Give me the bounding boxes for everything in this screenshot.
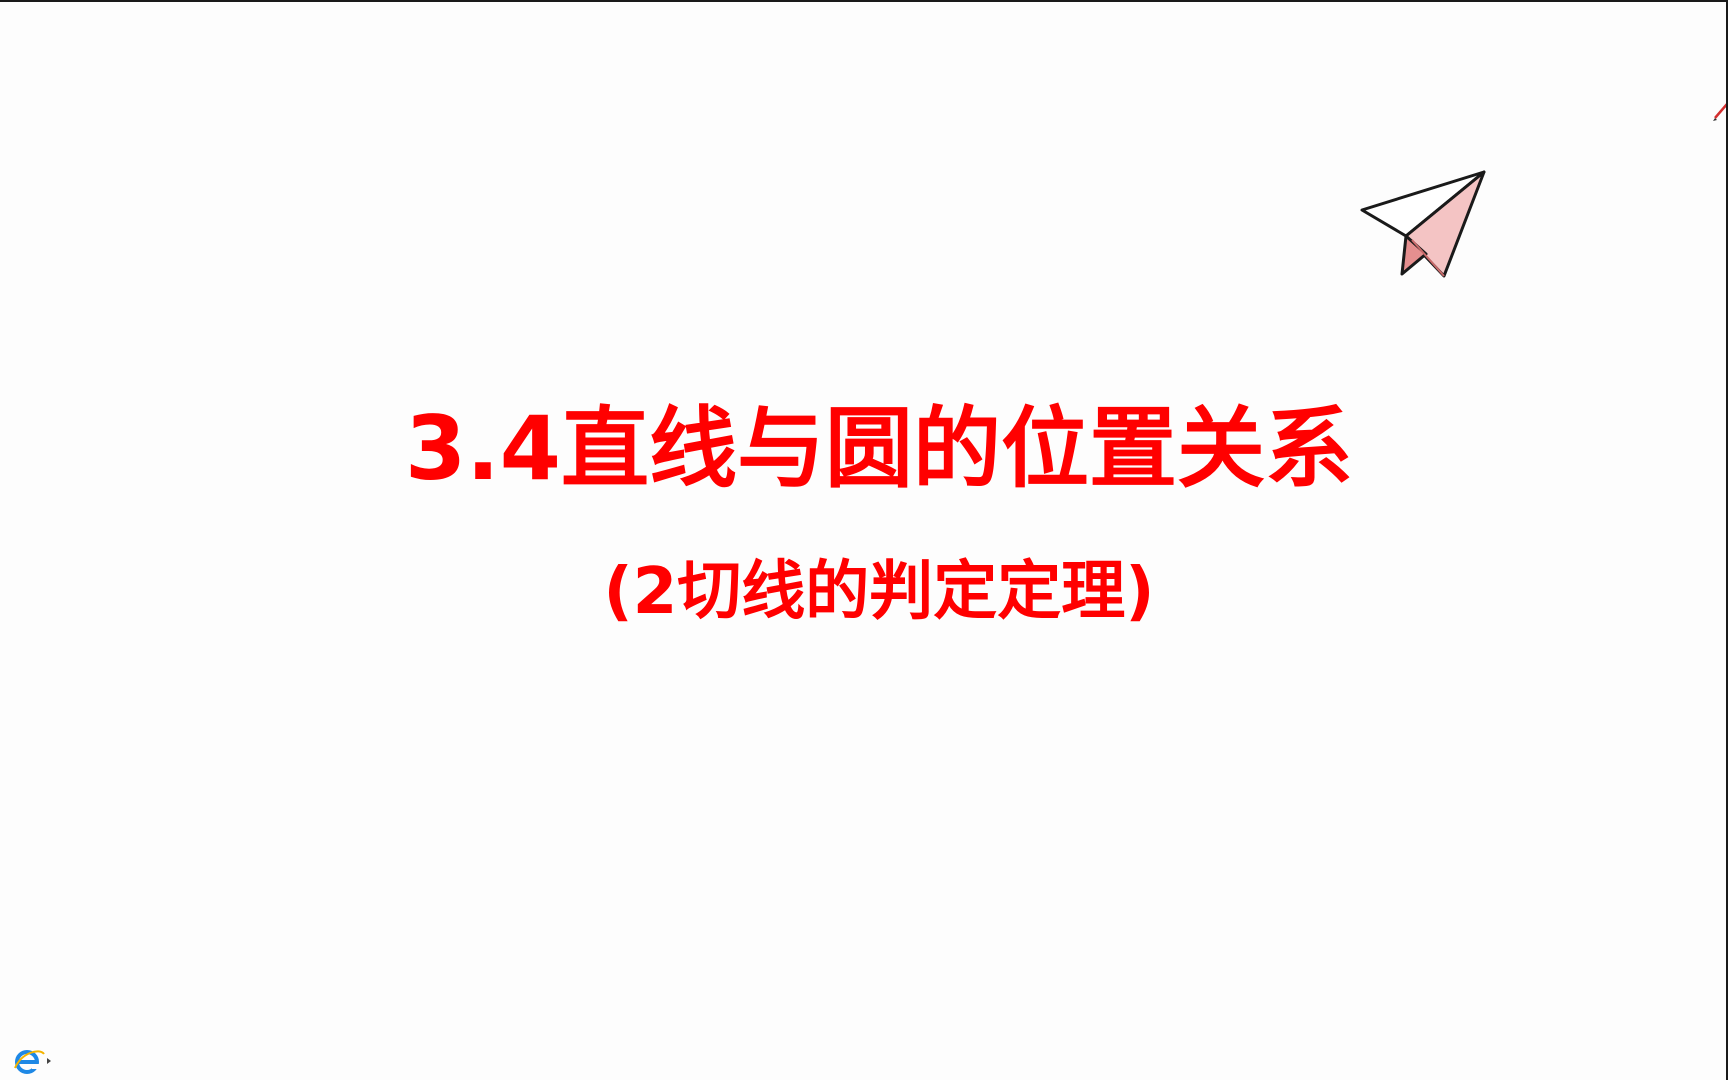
slide-subtitle: (2切线的判定定理)	[603, 555, 1155, 629]
internet-explorer-icon	[14, 1050, 51, 1074]
internet-explorer-button[interactable]	[14, 1048, 54, 1074]
pen-cursor-icon	[1713, 103, 1726, 121]
paper-plane-icon	[1360, 170, 1486, 278]
slide-canvas: 3.4直线与圆的位置关系 (2切线的判定定理)	[0, 0, 1728, 1080]
slide-title: 3.4直线与圆的位置关系	[405, 397, 1353, 500]
